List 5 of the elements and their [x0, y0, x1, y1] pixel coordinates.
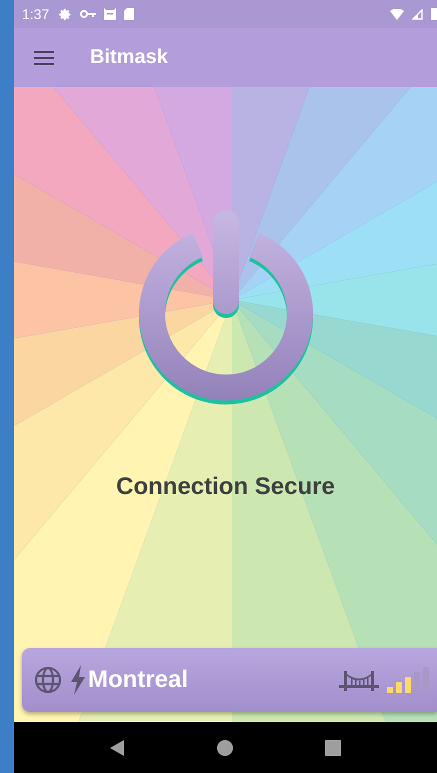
clock: 1:37	[22, 6, 50, 22]
connection-status: Connection Secure	[116, 473, 335, 501]
app-title: Bitmask	[90, 46, 168, 69]
location-name: Montreal	[88, 666, 188, 694]
location-bar[interactable]: Montreal	[22, 648, 437, 712]
